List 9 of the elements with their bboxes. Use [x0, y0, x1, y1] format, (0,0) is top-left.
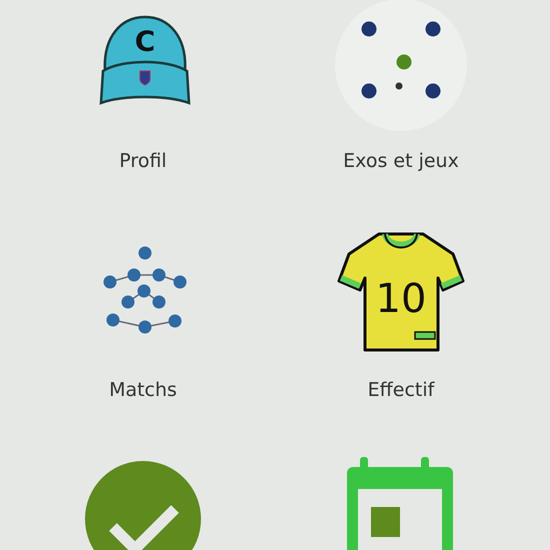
menu-tile[interactable]: Exos et jeux [272, 0, 530, 173]
menu-tile[interactable]: C Profil [14, 0, 272, 173]
cap-letter: C [134, 25, 156, 58]
cap-icon [100, 16, 190, 104]
jersey-icon [338, 232, 464, 352]
network-icon [104, 246, 186, 334]
jersey-number: 10 [376, 276, 426, 322]
menu-tile[interactable]: 10 Effectif [272, 228, 530, 402]
menu-tile[interactable]: Matchs [14, 228, 272, 402]
